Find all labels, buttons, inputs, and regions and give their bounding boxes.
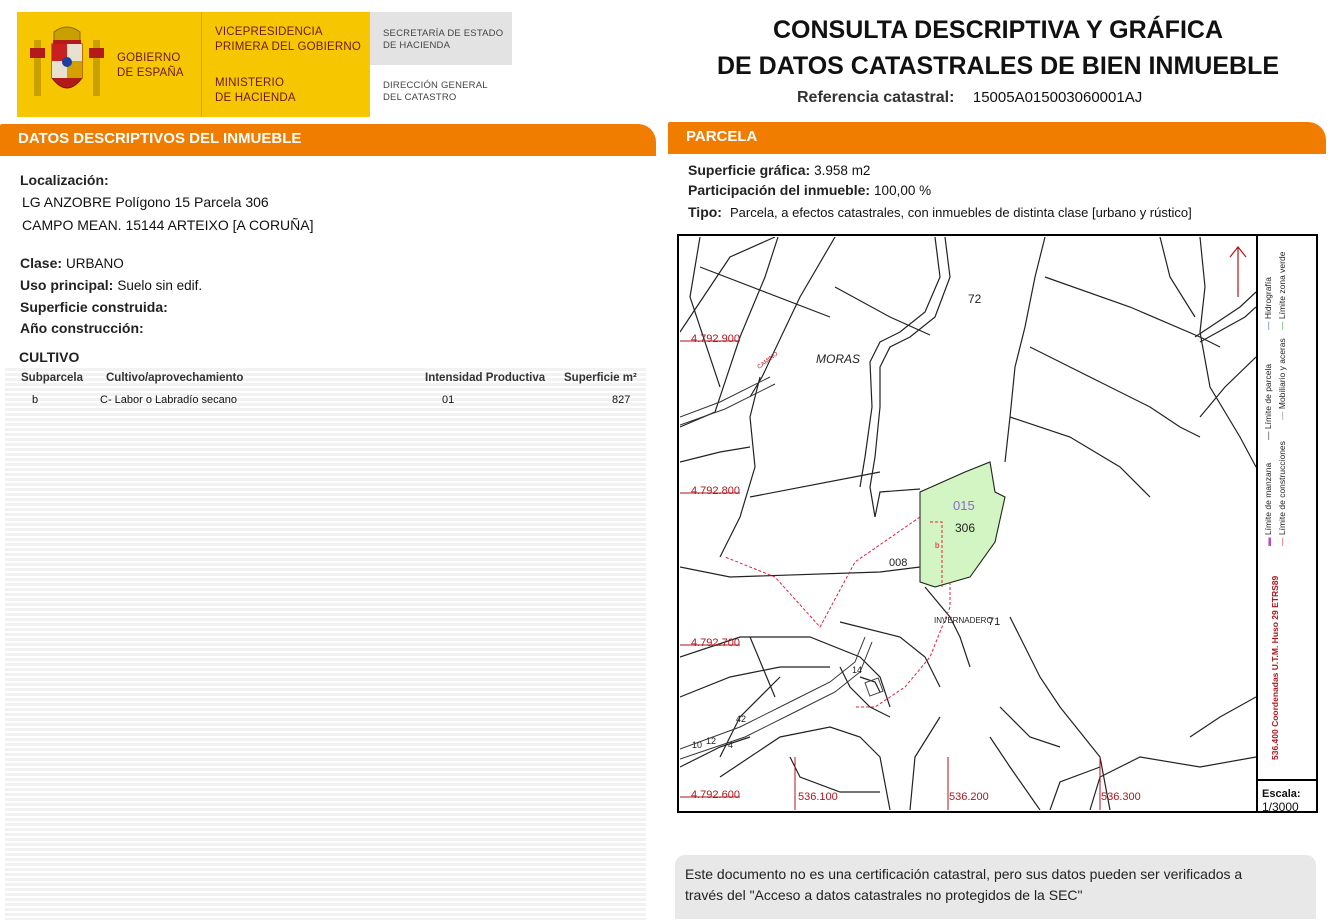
superficie-grafica-value: 3.958 m2 [814,163,871,178]
superficie-grafica-row: Superficie gráfica: 3.958 m2 [688,162,870,178]
section-underline-right [668,150,1326,154]
legend-limite-manzana: ▬ Límite de manzana [1263,463,1273,546]
parcel-label-008: 008 [889,557,908,569]
coord-4792800: 4.792.800 [691,485,740,497]
column-header-intensidad: Intensidad Productiva [425,372,546,384]
ministerio-line1: MINISTERIO [215,77,285,89]
participacion-label: Participación del inmueble: [688,182,871,198]
tipo-label: Tipo: [688,204,722,220]
scale-value: 1/3000 [1262,800,1299,814]
clase-row: Clase: URBANO [20,255,124,271]
uso-value: Suelo sin edif. [117,278,203,293]
localizacion-label: Localización: [20,172,109,188]
gobierno-line1: GOBIERNO [117,52,181,64]
legend-mobiliario: — Mobiliario y aceras [1277,338,1287,420]
legend-coordinates: 536.400 Coordenadas U.T.M. Huso 29 ETRS8… [1270,575,1280,760]
tipo-row: Tipo: Parcela, a efectos catastrales, con… [688,204,1192,220]
coat-of-arms-icon [30,26,104,96]
vicepresidencia-line2: PRIMERA DEL GOBIERNO [215,41,362,53]
place-label-moras: MORAS [816,352,861,366]
legend-swatch-zona-verde: — [1277,319,1287,331]
coord-536300: 536.300 [1101,791,1141,803]
legend-text-hidrografia: Hidrografía [1263,277,1273,320]
cultivo-heading-text: CULTIVO [19,349,80,365]
cultivo-table [5,368,646,920]
parcel-label-306: 306 [955,521,976,535]
direccion-line1: DIRECCIÓN GENERAL [383,80,488,91]
legend-swatch-construcciones: — [1277,535,1287,547]
clase-value: URBANO [66,256,124,271]
legend-swatch-hidrografia: — [1263,319,1273,331]
polygon-label-015: 015 [953,498,975,513]
superficie-construida-label: Superficie construida: [20,299,168,315]
coord-536100: 536.100 [798,791,838,803]
column-header-superficie: Superficie m² [564,372,637,384]
referencia-catastral: Referencia catastral: 15005A015003060001… [797,89,1142,107]
legend-zona-verde: — Límite zona verde [1277,252,1287,330]
anio-construccion-label: Año construcción: [20,320,144,336]
participacion-value: 100,00 % [874,183,932,198]
coord-4792600: 4.792.600 [691,789,740,801]
cell-intensidad: 01 [442,394,455,406]
participacion-row: Participación del inmueble: 100,00 % [688,182,931,198]
legend-swatch-parcela: — [1263,429,1273,441]
legend-text-parcela: Límite de parcela [1263,363,1273,430]
anio-construccion-row: Año construcción: [20,320,144,336]
road-number-12: 12 [706,736,717,746]
uso-label: Uso principal: [20,277,114,293]
superficie-construida-row: Superficie construida: [20,299,168,315]
column-header-subparcela: Subparcela [21,372,83,384]
parcel-label-72: 72 [968,292,982,306]
cell-subparcela: b [32,394,39,406]
disclaimer-line1: Este documento no es una certificación c… [685,866,1243,882]
map-legend-separator [1256,234,1258,813]
column-header-cultivo: Cultivo/aprovechamiento [106,372,244,384]
road-number-4: 4 [728,740,734,750]
secretaria-line2: DE HACIENDA [383,40,451,51]
disclaimer-line2: través del "Acceso a datos catastrales n… [685,887,1083,903]
coord-536200: 536.200 [949,791,989,803]
road-number-42: 42 [736,714,747,724]
legend-text-manzana: Límite de manzana [1263,462,1273,536]
scale-label: Escala: [1262,788,1301,800]
referencia-label: Referencia catastral: [797,89,955,106]
uso-row: Uso principal: Suelo sin edif. [20,277,202,293]
ministerio-line2: DE HACIENDA [215,92,296,104]
legend-text-mobiliario: Mobiliario y aceras [1277,338,1287,410]
logo-divider [201,12,202,117]
clase-label: Clase: [20,255,63,271]
label-invernadero: INVERNADERO [934,616,993,625]
road-number-14: 14 [852,665,863,675]
cultivo-heading: CULTIVO [19,349,79,365]
vicepresidencia-line1: VICEPRESIDENCIA [215,26,323,38]
superficie-grafica-label: Superficie gráfica: [688,162,811,178]
address-line2: CAMPO MEAN. 15144 ARTEIXO [A CORUÑA] [22,217,314,233]
subparcel-label-b: b [935,541,940,550]
legend-limite-parcela: — Límite de parcela [1263,364,1273,440]
secretaria-line1: SECRETARÍA DE ESTADO [383,28,504,39]
legend-swatch-manzana: ▬ [1263,535,1273,547]
coord-4792700: 4.792.700 [691,637,740,649]
legend-text-construcciones: Límite de construcciones [1277,441,1287,536]
parcel-label-71: 71 [988,616,1001,628]
page-title: CONSULTA DESCRIPTIVA Y GRÁFICA DE DATOS … [700,12,1296,84]
legend-swatch-mobiliario: — [1277,409,1287,421]
coord-4792900: 4.792.900 [691,333,740,345]
legend-limite-construcciones: — Límite de construcciones [1277,441,1287,546]
localizacion-label-text: Localización: [20,172,109,188]
road-number-10: 10 [692,740,703,750]
direccion-line2: DEL CATASTRO [383,92,457,103]
legend-text-zona-verde: Límite zona verde [1277,251,1287,320]
tipo-value: Parcela, a efectos catastrales, con inmu… [729,205,1192,220]
legend-hidrografia: — Hidrografía [1263,277,1273,330]
disclaimer-box: Este documento no es una certificación c… [675,855,1316,919]
title-line2: DE DATOS CATASTRALES DE BIEN INMUEBLE [716,52,1280,80]
address-line1: LG ANZOBRE Polígono 15 Parcela 306 [22,194,269,210]
section-underline-left [0,152,656,156]
referencia-value: 15005A015003060001AJ [972,89,1143,106]
cell-superficie: 827 [612,394,631,406]
gobierno-line2: DE ESPAÑA [117,67,184,79]
cell-cultivo: C- Labor o Labradío secano [100,394,237,406]
title-line1: CONSULTA DESCRIPTIVA Y GRÁFICA [772,16,1224,44]
